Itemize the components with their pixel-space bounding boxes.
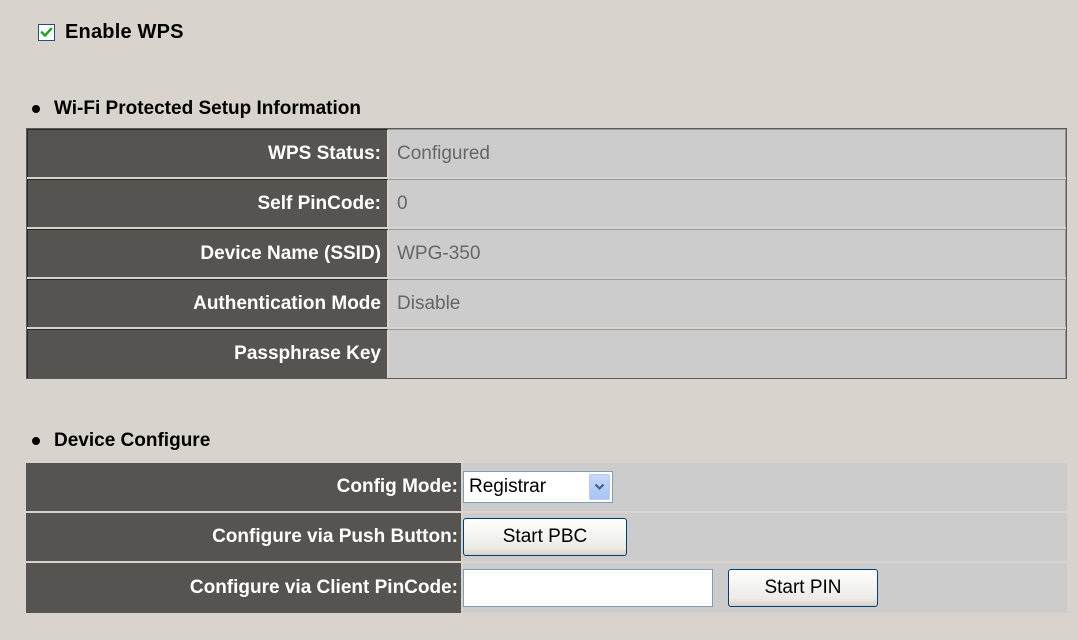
device-configure-heading-text: Device Configure (54, 430, 211, 451)
wps-status-label: WPS Status: (27, 129, 389, 177)
table-row: Passphrase Key (27, 329, 1066, 378)
table-row: Self PinCode: 0 (27, 179, 1066, 229)
push-button-label: Configure via Push Button: (26, 513, 463, 561)
enable-wps-row: Enable WPS (38, 20, 184, 44)
start-pin-button[interactable]: Start PIN (728, 569, 878, 607)
client-pincode-label: Configure via Client PinCode: (26, 563, 463, 613)
client-pincode-cell: Start PIN (463, 563, 1067, 613)
config-mode-label: Config Mode: (26, 463, 463, 511)
self-pincode-value: 0 (389, 179, 1066, 227)
client-pincode-input[interactable] (463, 569, 713, 607)
enable-wps-checkbox[interactable] (38, 23, 55, 41)
auth-mode-value: Disable (389, 279, 1066, 327)
bullet-icon (32, 437, 40, 445)
table-row: Device Name (SSID) WPG-350 (27, 229, 1066, 279)
wps-status-value: Configured (389, 129, 1066, 177)
table-row: Configure via Client PinCode: Start PIN (26, 563, 1067, 613)
push-button-cell: Start PBC (463, 513, 1067, 561)
wps-info-heading: Wi-Fi Protected Setup Information (30, 98, 361, 120)
chevron-down-icon[interactable] (589, 474, 610, 500)
start-pbc-button[interactable]: Start PBC (463, 518, 627, 556)
config-mode-selected: Registrar (469, 476, 547, 497)
auth-mode-label: Authentication Mode (27, 279, 389, 327)
self-pincode-label: Self PinCode: (27, 179, 389, 227)
passphrase-key-label: Passphrase Key (27, 329, 389, 378)
device-name-value: WPG-350 (389, 229, 1066, 277)
table-row: Authentication Mode Disable (27, 279, 1066, 329)
table-row: WPS Status: Configured (27, 129, 1066, 179)
table-row: Configure via Push Button: Start PBC (26, 513, 1067, 563)
device-name-label: Device Name (SSID) (27, 229, 389, 277)
device-configure-table: Config Mode: Registrar Configure via Pus… (26, 463, 1067, 613)
checkmark-icon (40, 26, 53, 37)
wps-info-table: WPS Status: Configured Self PinCode: 0 D… (26, 128, 1067, 379)
table-row: Config Mode: Registrar (26, 463, 1067, 513)
passphrase-key-value (389, 329, 1066, 378)
bullet-icon (32, 105, 40, 113)
config-mode-select[interactable]: Registrar (463, 471, 613, 503)
config-mode-cell: Registrar (463, 463, 1067, 511)
wps-info-heading-text: Wi-Fi Protected Setup Information (54, 98, 361, 119)
device-configure-heading: Device Configure (30, 430, 210, 452)
enable-wps-label: Enable WPS (65, 20, 184, 43)
